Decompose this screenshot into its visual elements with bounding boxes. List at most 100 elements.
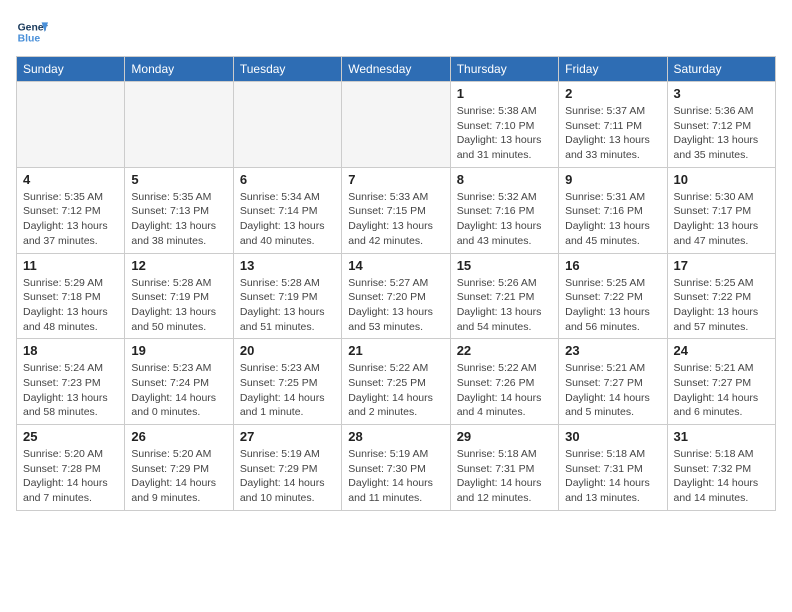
logo-icon: General Blue: [16, 16, 48, 48]
cell-date-number: 18: [23, 343, 118, 358]
cell-daylight-info: Sunrise: 5:25 AM Sunset: 7:22 PM Dayligh…: [674, 276, 769, 335]
cell-daylight-info: Sunrise: 5:34 AM Sunset: 7:14 PM Dayligh…: [240, 190, 335, 249]
cell-date-number: 13: [240, 258, 335, 273]
cell-daylight-info: Sunrise: 5:19 AM Sunset: 7:30 PM Dayligh…: [348, 447, 443, 506]
cell-date-number: 11: [23, 258, 118, 273]
calendar-cell: 23 Sunrise: 5:21 AM Sunset: 7:27 PM Dayli…: [559, 339, 667, 425]
cell-daylight-info: Sunrise: 5:29 AM Sunset: 7:18 PM Dayligh…: [23, 276, 118, 335]
cell-date-number: 22: [457, 343, 552, 358]
cell-daylight-info: Sunrise: 5:27 AM Sunset: 7:20 PM Dayligh…: [348, 276, 443, 335]
cell-date-number: 21: [348, 343, 443, 358]
page-header: General Blue: [16, 16, 776, 48]
cell-daylight-info: Sunrise: 5:36 AM Sunset: 7:12 PM Dayligh…: [674, 104, 769, 163]
cell-date-number: 4: [23, 172, 118, 187]
cell-date-number: 20: [240, 343, 335, 358]
cell-daylight-info: Sunrise: 5:35 AM Sunset: 7:12 PM Dayligh…: [23, 190, 118, 249]
cell-daylight-info: Sunrise: 5:22 AM Sunset: 7:26 PM Dayligh…: [457, 361, 552, 420]
weekday-header: Wednesday: [342, 57, 450, 82]
cell-date-number: 1: [457, 86, 552, 101]
cell-daylight-info: Sunrise: 5:31 AM Sunset: 7:16 PM Dayligh…: [565, 190, 660, 249]
cell-daylight-info: Sunrise: 5:21 AM Sunset: 7:27 PM Dayligh…: [565, 361, 660, 420]
calendar-cell: 18Sunrise: 5:24 AM Sunset: 7:23 PM Dayli…: [17, 339, 125, 425]
cell-daylight-info: Sunrise: 5:37 AM Sunset: 7:11 PM Dayligh…: [565, 104, 660, 163]
calendar-cell: 10 Sunrise: 5:30 AM Sunset: 7:17 PM Dayli…: [667, 167, 775, 253]
cell-daylight-info: Sunrise: 5:30 AM Sunset: 7:17 PM Dayligh…: [674, 190, 769, 249]
calendar-cell: 21 Sunrise: 5:22 AM Sunset: 7:25 PM Dayli…: [342, 339, 450, 425]
calendar-cell: 9 Sunrise: 5:31 AM Sunset: 7:16 PM Daylig…: [559, 167, 667, 253]
cell-daylight-info: Sunrise: 5:18 AM Sunset: 7:32 PM Dayligh…: [674, 447, 769, 506]
weekday-header: Thursday: [450, 57, 558, 82]
cell-date-number: 29: [457, 429, 552, 444]
svg-text:Blue: Blue: [18, 34, 41, 45]
cell-date-number: 12: [131, 258, 226, 273]
calendar-cell: 30Sunrise: 5:18 AM Sunset: 7:31 PM Dayli…: [559, 425, 667, 511]
cell-date-number: 17: [674, 258, 769, 273]
cell-daylight-info: Sunrise: 5:21 AM Sunset: 7:27 PM Dayligh…: [674, 361, 769, 420]
cell-daylight-info: Sunrise: 5:32 AM Sunset: 7:16 PM Dayligh…: [457, 190, 552, 249]
cell-daylight-info: Sunrise: 5:23 AM Sunset: 7:24 PM Dayligh…: [131, 361, 226, 420]
calendar-week-row: 18Sunrise: 5:24 AM Sunset: 7:23 PM Dayli…: [17, 339, 776, 425]
cell-date-number: 7: [348, 172, 443, 187]
calendar-table: SundayMondayTuesdayWednesdayThursdayFrid…: [16, 56, 776, 511]
cell-date-number: 23: [565, 343, 660, 358]
calendar-cell: 26Sunrise: 5:20 AM Sunset: 7:29 PM Dayli…: [125, 425, 233, 511]
cell-date-number: 8: [457, 172, 552, 187]
calendar-cell: 29 Sunrise: 5:18 AM Sunset: 7:31 PM Dayli…: [450, 425, 558, 511]
calendar-cell: 14 Sunrise: 5:27 AM Sunset: 7:20 PM Dayli…: [342, 253, 450, 339]
cell-daylight-info: Sunrise: 5:22 AM Sunset: 7:25 PM Dayligh…: [348, 361, 443, 420]
cell-date-number: 2: [565, 86, 660, 101]
calendar-cell: [342, 82, 450, 168]
calendar-cell: 7 Sunrise: 5:33 AM Sunset: 7:15 PM Daylig…: [342, 167, 450, 253]
weekday-header: Sunday: [17, 57, 125, 82]
calendar-cell: 1 Sunrise: 5:38 AM Sunset: 7:10 PM Daylig…: [450, 82, 558, 168]
calendar-cell: 5 Sunrise: 5:35 AM Sunset: 7:13 PM Daylig…: [125, 167, 233, 253]
cell-date-number: 19: [131, 343, 226, 358]
cell-daylight-info: Sunrise: 5:18 AM Sunset: 7:31 PM Dayligh…: [457, 447, 552, 506]
cell-date-number: 15: [457, 258, 552, 273]
cell-daylight-info: Sunrise: 5:35 AM Sunset: 7:13 PM Dayligh…: [131, 190, 226, 249]
cell-date-number: 27: [240, 429, 335, 444]
calendar-week-row: 11 Sunrise: 5:29 AM Sunset: 7:18 PM Dayli…: [17, 253, 776, 339]
calendar-cell: [17, 82, 125, 168]
cell-date-number: 28: [348, 429, 443, 444]
weekday-header: Saturday: [667, 57, 775, 82]
calendar-cell: 11 Sunrise: 5:29 AM Sunset: 7:18 PM Dayli…: [17, 253, 125, 339]
calendar-cell: 28 Sunrise: 5:19 AM Sunset: 7:30 PM Dayli…: [342, 425, 450, 511]
cell-daylight-info: Sunrise: 5:28 AM Sunset: 7:19 PM Dayligh…: [131, 276, 226, 335]
calendar-cell: [233, 82, 341, 168]
cell-daylight-info: Sunrise: 5:20 AM Sunset: 7:28 PM Dayligh…: [23, 447, 118, 506]
logo: General Blue: [16, 16, 52, 48]
weekday-header: Monday: [125, 57, 233, 82]
calendar-week-row: 1 Sunrise: 5:38 AM Sunset: 7:10 PM Daylig…: [17, 82, 776, 168]
cell-date-number: 26: [131, 429, 226, 444]
calendar-cell: 13Sunrise: 5:28 AM Sunset: 7:19 PM Dayli…: [233, 253, 341, 339]
calendar-cell: 20 Sunrise: 5:23 AM Sunset: 7:25 PM Dayli…: [233, 339, 341, 425]
calendar-cell: 31 Sunrise: 5:18 AM Sunset: 7:32 PM Dayli…: [667, 425, 775, 511]
calendar-week-row: 25 Sunrise: 5:20 AM Sunset: 7:28 PM Dayli…: [17, 425, 776, 511]
cell-daylight-info: Sunrise: 5:38 AM Sunset: 7:10 PM Dayligh…: [457, 104, 552, 163]
calendar-cell: 8 Sunrise: 5:32 AM Sunset: 7:16 PM Daylig…: [450, 167, 558, 253]
calendar-cell: 4 Sunrise: 5:35 AM Sunset: 7:12 PM Daylig…: [17, 167, 125, 253]
calendar-cell: 16Sunrise: 5:25 AM Sunset: 7:22 PM Dayli…: [559, 253, 667, 339]
weekday-header: Friday: [559, 57, 667, 82]
cell-date-number: 5: [131, 172, 226, 187]
cell-date-number: 3: [674, 86, 769, 101]
calendar-header-row: SundayMondayTuesdayWednesdayThursdayFrid…: [17, 57, 776, 82]
calendar-cell: 24Sunrise: 5:21 AM Sunset: 7:27 PM Dayli…: [667, 339, 775, 425]
cell-daylight-info: Sunrise: 5:33 AM Sunset: 7:15 PM Dayligh…: [348, 190, 443, 249]
calendar-cell: 6Sunrise: 5:34 AM Sunset: 7:14 PM Daylig…: [233, 167, 341, 253]
calendar-cell: [125, 82, 233, 168]
calendar-cell: 17 Sunrise: 5:25 AM Sunset: 7:22 PM Dayli…: [667, 253, 775, 339]
cell-date-number: 31: [674, 429, 769, 444]
cell-date-number: 25: [23, 429, 118, 444]
cell-date-number: 9: [565, 172, 660, 187]
cell-daylight-info: Sunrise: 5:26 AM Sunset: 7:21 PM Dayligh…: [457, 276, 552, 335]
cell-daylight-info: Sunrise: 5:23 AM Sunset: 7:25 PM Dayligh…: [240, 361, 335, 420]
calendar-cell: 12 Sunrise: 5:28 AM Sunset: 7:19 PM Dayli…: [125, 253, 233, 339]
cell-date-number: 14: [348, 258, 443, 273]
calendar-week-row: 4 Sunrise: 5:35 AM Sunset: 7:12 PM Daylig…: [17, 167, 776, 253]
weekday-header: Tuesday: [233, 57, 341, 82]
calendar-cell: 3 Sunrise: 5:36 AM Sunset: 7:12 PM Daylig…: [667, 82, 775, 168]
calendar-cell: 27Sunrise: 5:19 AM Sunset: 7:29 PM Dayli…: [233, 425, 341, 511]
cell-date-number: 10: [674, 172, 769, 187]
